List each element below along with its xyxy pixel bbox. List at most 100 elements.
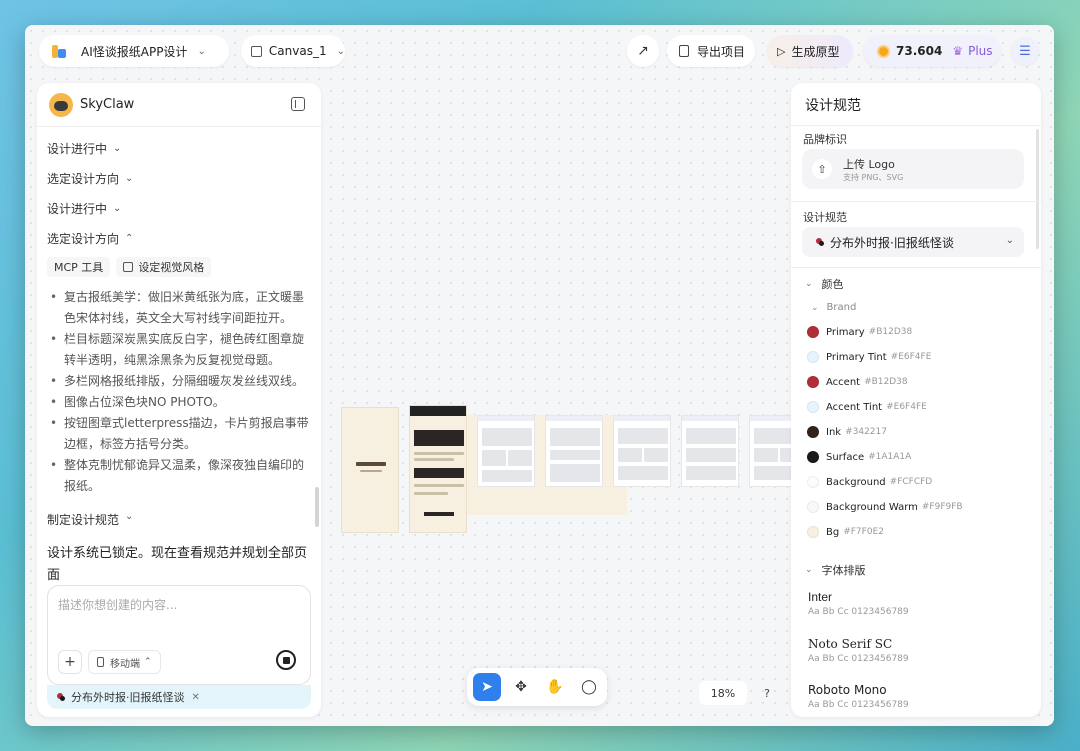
hand-tool-button[interactable]: ✋ (541, 673, 569, 701)
color-token-row[interactable]: Background #FCFCFD (807, 473, 932, 491)
assistant-panel: SkyClaw 设计进行中 ⌄ 选定设计方向 ⌄ 设计进行中 ⌄ 选定设计方向 ⌃ MC… (37, 83, 321, 717)
color-hex: #B12D38 (864, 377, 908, 387)
color-token-row[interactable]: Surface #1A1A1A (807, 448, 911, 466)
export-button[interactable]: 导出项目 (667, 35, 755, 67)
list-item: 按钮图章式letterpress描边，卡片剪报启事带边框，标签方括号分类。 (47, 413, 309, 455)
brand-label: 品牌标识 (803, 133, 847, 146)
color-hex: #F9F9FB (921, 502, 963, 512)
device-selector[interactable]: 移动端 ⌃ (88, 650, 161, 674)
color-swatch (807, 476, 819, 488)
scrollbar[interactable] (315, 487, 319, 527)
color-swatch (807, 351, 819, 363)
typography-section-toggle[interactable]: ⌄ 字体排版 (805, 562, 866, 578)
export-label: 导出项目 (697, 44, 746, 59)
color-token-row[interactable]: Accent Tint #E6F4FE (807, 398, 927, 416)
section-title: 字体排版 (821, 564, 866, 577)
color-name: Background Warm (826, 501, 918, 513)
step-label: 设计进行中 (47, 142, 108, 156)
font-sample: Aa Bb Cc 0123456789 (808, 607, 909, 617)
color-token-row[interactable]: Primary Tint #E6F4FE (807, 348, 931, 366)
assistant-name: SkyClaw (80, 97, 135, 112)
color-swatch (807, 376, 819, 388)
color-hex: #FCFCFD (889, 477, 933, 487)
step-toggle[interactable]: 设计进行中 ⌄ (47, 141, 309, 171)
collapse-panel-icon[interactable] (291, 97, 305, 111)
stop-generation-button[interactable] (276, 650, 296, 670)
divider (791, 267, 1041, 268)
color-hex: #342217 (845, 427, 887, 437)
help-button[interactable]: ? (755, 681, 779, 705)
brand-group-toggle[interactable]: ⌄ Brand (811, 302, 856, 313)
color-hex: #B12D38 (868, 327, 913, 337)
phone-icon (97, 657, 104, 667)
context-tag[interactable]: 分布外时报·旧报纸怪谈 ✕ (47, 685, 311, 709)
color-token-row[interactable]: Primary #B12D38 (807, 323, 912, 341)
color-hex: #1A1A1A (868, 452, 912, 462)
font-name: Roboto Mono (808, 683, 887, 697)
chevron-up-icon: ⌃ (144, 657, 152, 667)
list-item: 整体克制忧郁诡异又温柔，像深夜独自编印的报纸。 (47, 455, 309, 497)
share-button[interactable]: ↗ (627, 35, 659, 67)
prototype-label: 生成原型 (791, 44, 840, 59)
zoom-level[interactable]: 18% (699, 681, 747, 705)
artboard-cover[interactable] (341, 407, 399, 533)
generate-prototype-button[interactable]: ▷ 生成原型 (767, 35, 853, 67)
tool-chips: MCP 工具 设定视觉风格 (47, 257, 309, 277)
section-title: 颜色 (821, 278, 844, 291)
chevron-down-icon: ⌄ (1005, 235, 1014, 246)
prompt-input[interactable] (58, 596, 298, 636)
artboard-page[interactable] (681, 415, 739, 487)
color-name: Surface (826, 451, 865, 463)
step-label: 设计进行中 (47, 202, 108, 216)
context-tag-label: 分布外时报·旧报纸怪谈 (71, 691, 185, 704)
upload-icon: ⇧ (812, 159, 832, 179)
color-token-row[interactable]: Bg #F7F0E2 (807, 523, 884, 541)
canvas-switcher[interactable]: Canvas_1 ⌄ (241, 35, 345, 67)
step-label: 选定设计方向 (47, 232, 120, 246)
color-token-row[interactable]: Background Warm #F9F9FB (807, 498, 963, 516)
menu-button[interactable]: ☰ (1011, 37, 1039, 65)
scrollbar[interactable] (1036, 129, 1039, 249)
step-toggle[interactable]: 选定设计方向 ⌄ (47, 171, 309, 201)
artboard-home[interactable] (409, 405, 467, 533)
group-title: Brand (826, 302, 857, 313)
credits-badge[interactable]: 73.604 ♛ Plus (863, 35, 1001, 67)
mcp-tool-chip[interactable]: MCP 工具 (47, 257, 111, 277)
color-swatch (807, 326, 819, 338)
select-tool-button[interactable]: ➤ (473, 673, 501, 701)
color-name: Bg (826, 526, 840, 538)
style-select[interactable]: 分布外时报·旧报纸怪谈 ⌄ (802, 227, 1024, 257)
comment-tool-button[interactable]: ◯ (575, 673, 603, 701)
color-swatch (807, 501, 819, 513)
move-tool-button[interactable]: ✥ (507, 673, 535, 701)
artboard-page[interactable] (477, 415, 535, 487)
divider (791, 125, 1041, 126)
menu-icon: ☰ (1019, 43, 1031, 59)
font-row-noto-serif[interactable]: Noto Serif SC Aa Bb Cc 0123456789 (808, 637, 909, 664)
step-toggle[interactable]: 制定设计规范 ⌄ (47, 511, 133, 528)
artboard-page[interactable] (545, 415, 603, 487)
color-hex: #E6F4FE (890, 352, 932, 362)
artboard-page[interactable] (613, 415, 671, 487)
close-icon[interactable]: ✕ (192, 692, 200, 703)
font-row-inter[interactable]: Inter Aa Bb Cc 0123456789 (808, 590, 909, 617)
project-switcher[interactable]: AI怪谈报纸APP设计 ⌄ (39, 35, 229, 67)
assistant-header: SkyClaw (37, 83, 321, 127)
play-icon: ▷ (777, 44, 786, 58)
style-dot-icon (816, 238, 824, 246)
color-token-row[interactable]: Ink #342217 (807, 423, 887, 441)
upload-logo-button[interactable]: ⇧ 上传 Logo 支持 PNG、SVG (802, 149, 1024, 189)
color-token-row[interactable]: Accent #B12D38 (807, 373, 908, 391)
visual-style-chip[interactable]: 设定视觉风格 (116, 257, 212, 277)
chevron-down-icon: ⌄ (113, 143, 122, 154)
list-item: 栏目标题深炭黑实底反白字，褪色砖红图章旋转半透明，纯黑涂黑条为反复视觉母题。 (47, 329, 309, 371)
font-name: Noto Serif SC (808, 637, 893, 651)
colors-section-toggle[interactable]: ⌄ 颜色 (805, 276, 844, 292)
add-attachment-button[interactable]: + (58, 650, 82, 674)
font-row-roboto-mono[interactable]: Roboto Mono Aa Bb Cc 0123456789 (808, 683, 909, 710)
folder-icon (251, 45, 262, 57)
move-icon: ✥ (515, 679, 527, 695)
step-toggle[interactable]: 设计进行中 ⌄ (47, 201, 309, 231)
assistant-message: 设计系统已锁定。现在查看规范并规划全部页面 (47, 546, 308, 583)
canvas-name: Canvas_1 (268, 44, 327, 58)
